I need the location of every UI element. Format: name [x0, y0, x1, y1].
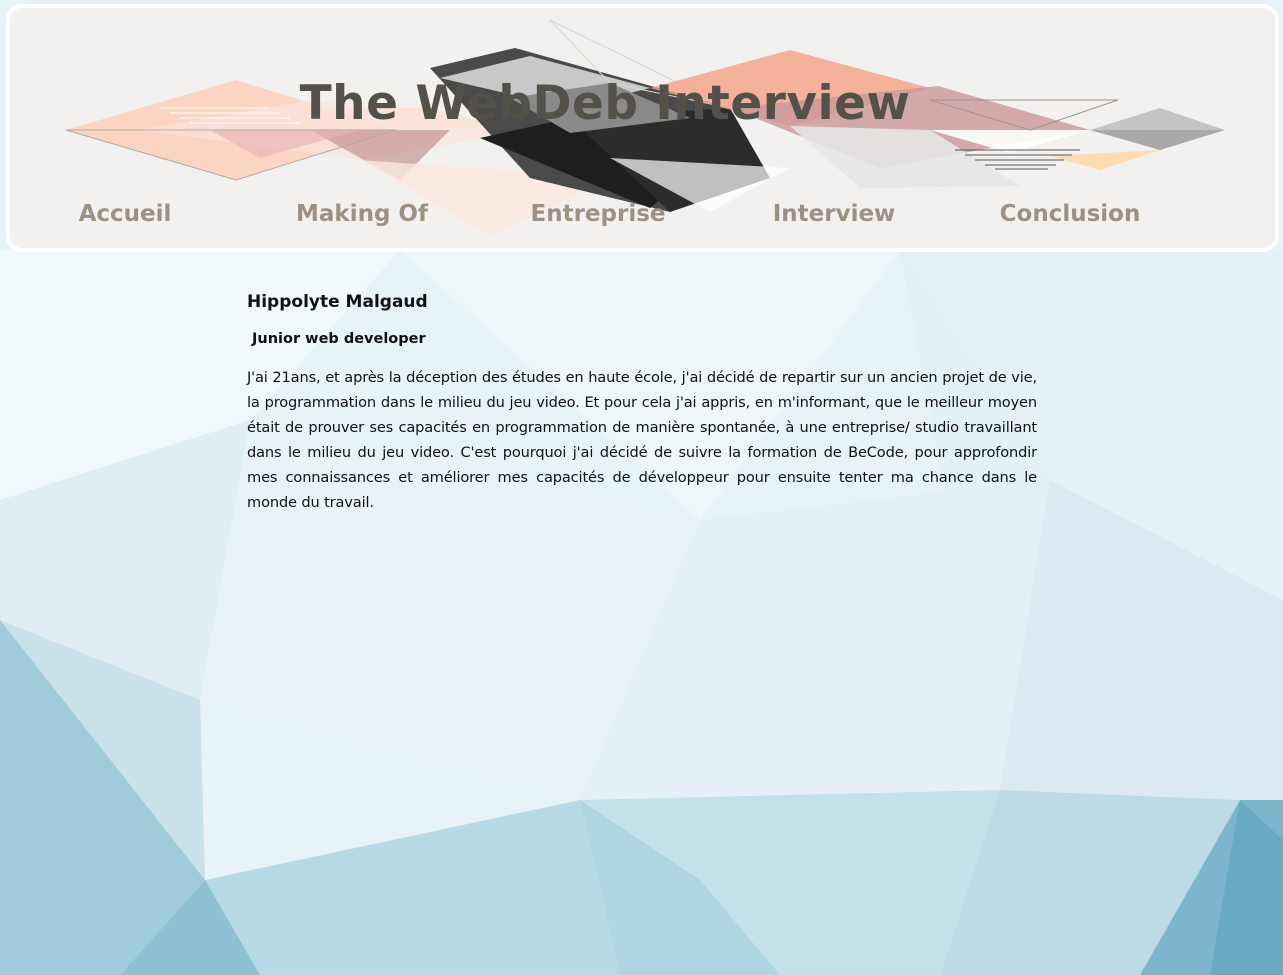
person-name: Hippolyte Malgaud: [247, 292, 428, 312]
person-role: Junior web developer: [252, 331, 426, 347]
nav-item-interview[interactable]: Interview: [734, 201, 934, 227]
site-title: The WebDeb Interview: [299, 76, 911, 131]
nav-item-entreprise[interactable]: Entreprise: [498, 201, 698, 227]
nav-item-accueil[interactable]: Accueil: [25, 201, 225, 227]
person-bio: J'ai 21ans, et après la déception des ét…: [247, 369, 1037, 511]
nav-item-making-of[interactable]: Making Of: [262, 201, 462, 227]
profile-section: Hippolyte Malgaud Junior web developer J…: [247, 290, 1037, 515]
main-nav: Accueil Making Of Entreprise Interview C…: [10, 201, 1275, 237]
nav-item-conclusion[interactable]: Conclusion: [970, 201, 1170, 227]
site-header: The WebDeb Interview Accueil Making Of E…: [6, 4, 1279, 252]
